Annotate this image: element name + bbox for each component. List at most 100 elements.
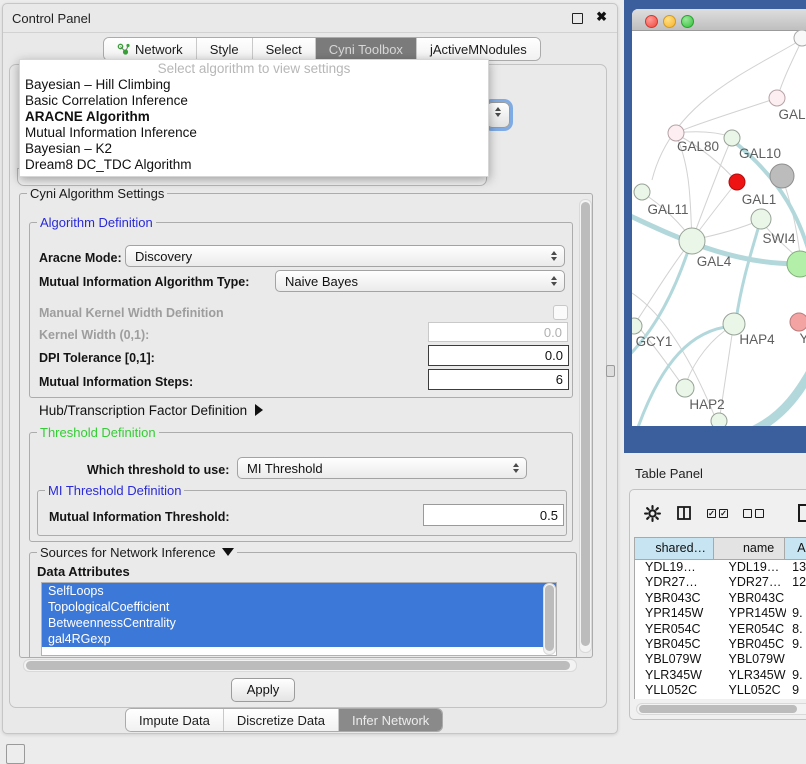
table-cell[interactable]: 13	[786, 560, 806, 575]
table-cell[interactable]: YER054C	[715, 622, 787, 637]
attribute-item[interactable]: gal4RGexp	[42, 631, 556, 647]
table-cell[interactable]: 9	[786, 683, 806, 698]
export-table-icon[interactable]	[797, 503, 806, 523]
table-cell[interactable]	[786, 591, 806, 606]
table-row[interactable]: YBL079WYBL079W	[635, 652, 806, 667]
table-row[interactable]: YDL19…YDL19…13	[635, 560, 806, 575]
expand-right-icon[interactable]	[255, 404, 263, 416]
mi-steps-field[interactable]	[428, 369, 569, 390]
tab-jactivemnodules[interactable]: jActiveMNodules	[417, 38, 540, 60]
settings-horizontal-scrollbar[interactable]	[23, 659, 577, 672]
tab-impute-data[interactable]: Impute Data	[126, 709, 224, 731]
close-icon[interactable]: ✖	[596, 9, 607, 25]
network-node[interactable]	[679, 228, 705, 254]
table-cell[interactable]: YBR045C	[715, 637, 787, 652]
tab-cyni-toolbox[interactable]: Cyni Toolbox	[316, 38, 417, 60]
table-cell[interactable]: 9.	[786, 606, 806, 621]
hub-definition-expander[interactable]: Hub/Transcription Factor Definition	[39, 403, 263, 418]
table-cell[interactable]: YLL052C	[635, 683, 715, 698]
algorithm-option[interactable]: Mutual Information Inference	[20, 125, 488, 141]
column-header-name[interactable]: name	[714, 538, 785, 559]
column-header-partial[interactable]: A	[785, 538, 806, 559]
network-node[interactable]	[729, 174, 745, 190]
network-node[interactable]	[787, 251, 806, 277]
table-cell[interactable]: YPR145W	[715, 606, 787, 621]
mi-threshold-field[interactable]	[423, 504, 564, 526]
attribute-item[interactable]: TopologicalCoefficient	[42, 599, 556, 615]
show-columns-icon[interactable]: ✓✓	[707, 509, 728, 518]
algorithm-option[interactable]: ARACNE Algorithm	[20, 109, 488, 125]
table-cell[interactable]: YDR27…	[715, 575, 787, 590]
tab-discretize-data[interactable]: Discretize Data	[224, 709, 339, 731]
table-row[interactable]: YLR345WYLR345W9.	[635, 668, 806, 683]
network-node[interactable]	[634, 184, 650, 200]
table-row[interactable]: YER054CYER054C8.	[635, 622, 806, 637]
table-cell[interactable]: YPR145W	[635, 606, 715, 621]
network-node[interactable]	[751, 209, 771, 229]
table-horizontal-scrollbar[interactable]	[636, 703, 806, 715]
tab-select[interactable]: Select	[253, 38, 316, 60]
settings-vertical-scrollbar[interactable]	[579, 199, 592, 653]
network-node[interactable]	[632, 318, 642, 334]
network-window-titlebar[interactable]	[632, 9, 806, 31]
algorithm-option[interactable]: Bayesian – K2	[20, 141, 488, 157]
hide-columns-icon[interactable]	[743, 509, 764, 518]
minimize-traffic-light-icon[interactable]	[663, 15, 676, 28]
network-node[interactable]	[724, 130, 740, 146]
gear-icon[interactable]	[644, 505, 661, 522]
floating-tool-icon[interactable]	[6, 744, 25, 764]
focused-combo-button[interactable]	[486, 102, 510, 128]
table-cell[interactable]: YDL19…	[715, 560, 787, 575]
network-node[interactable]	[790, 313, 806, 331]
dpi-tolerance-field[interactable]	[428, 345, 569, 366]
table-cell[interactable]: YBL079W	[715, 652, 787, 667]
table-row[interactable]: YBR045CYBR045C9.	[635, 637, 806, 652]
aracne-mode-combo[interactable]: Discovery	[125, 245, 565, 267]
table-cell[interactable]: 8.	[786, 622, 806, 637]
network-node[interactable]	[676, 379, 694, 397]
algorithm-option[interactable]: Dream8 DC_TDC Algorithm	[20, 157, 488, 173]
control-panel-titlebar[interactable]: Control Panel ✖	[3, 4, 617, 33]
algorithm-option[interactable]: Basic Correlation Inference	[20, 93, 488, 109]
algorithm-option[interactable]: Bayesian – Hill Climbing	[20, 77, 488, 93]
table-cell[interactable]: YDL19…	[635, 560, 715, 575]
attribute-item[interactable]: BetweennessCentrality	[42, 615, 556, 631]
tab-style[interactable]: Style	[197, 38, 253, 60]
table-row[interactable]: YBR043CYBR043C	[635, 591, 806, 606]
table-cell[interactable]: YBR043C	[635, 591, 715, 606]
table-cell[interactable]: YBR043C	[715, 591, 787, 606]
table-cell[interactable]: YER054C	[635, 622, 715, 637]
table-cell[interactable]: YBL079W	[635, 652, 715, 667]
table-cell[interactable]: YLL052C	[715, 683, 787, 698]
table-cell[interactable]: 9.	[786, 637, 806, 652]
table-row[interactable]: YLL052CYLL052C9	[635, 683, 806, 698]
network-node[interactable]	[769, 90, 785, 106]
zoom-traffic-light-icon[interactable]	[681, 15, 694, 28]
table-row[interactable]: YDR27…YDR27…12	[635, 575, 806, 590]
columns-icon[interactable]	[676, 505, 692, 521]
table-cell[interactable]: 9.	[786, 668, 806, 683]
table-row[interactable]: YPR145WYPR145W9.	[635, 606, 806, 621]
attributes-list-scrollbar[interactable]	[543, 583, 556, 655]
network-canvas[interactable]: GALGAL80GAL10GAL1GAL11SWI4GAL4GCY1HAP4YH…	[632, 30, 806, 426]
collapse-down-icon[interactable]	[222, 548, 234, 556]
table-cell[interactable]: YDR27…	[635, 575, 715, 590]
apply-button[interactable]: Apply	[231, 678, 295, 702]
which-threshold-combo[interactable]: MI Threshold	[237, 457, 527, 479]
tab-infer-network[interactable]: Infer Network	[339, 709, 442, 731]
network-node[interactable]	[711, 413, 727, 426]
network-view-window[interactable]: GALGAL80GAL10GAL1GAL11SWI4GAL4GCY1HAP4YH…	[632, 9, 806, 426]
network-node[interactable]	[770, 164, 794, 188]
tab-network[interactable]: Network	[104, 38, 197, 60]
table-cell[interactable]: YLR345W	[715, 668, 787, 683]
float-window-icon[interactable]	[572, 13, 583, 24]
kernel-width-field[interactable]	[428, 322, 568, 342]
close-traffic-light-icon[interactable]	[645, 15, 658, 28]
splitter-grip[interactable]	[606, 365, 615, 377]
attribute-item[interactable]: SelfLoops	[42, 583, 556, 599]
manual-kernel-checkbox[interactable]	[553, 305, 568, 320]
table-cell[interactable]: YBR045C	[635, 637, 715, 652]
mi-type-combo[interactable]: Naive Bayes	[275, 270, 565, 292]
table-cell[interactable]: YLR345W	[635, 668, 715, 683]
table-cell[interactable]: 12	[786, 575, 806, 590]
